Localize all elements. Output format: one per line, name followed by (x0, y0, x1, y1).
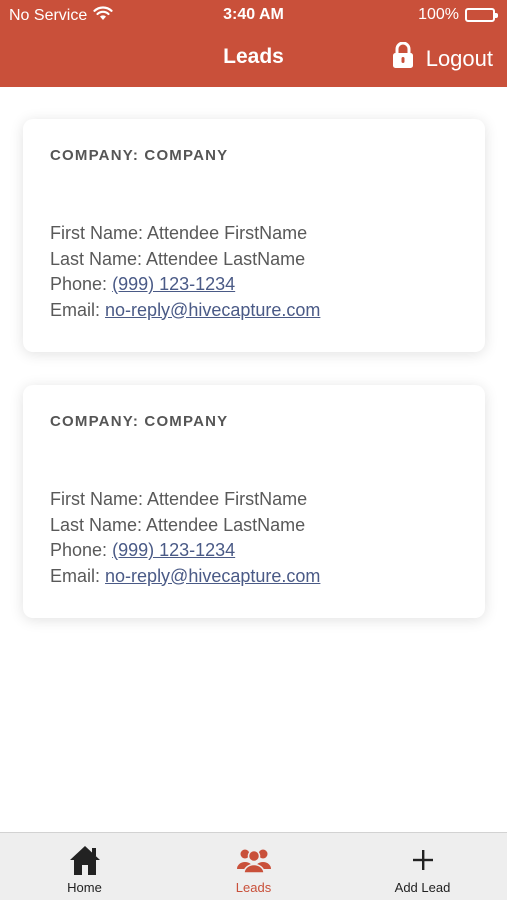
header-bar: No Service 3:40 AM 100% Leads Logout (0, 0, 507, 87)
leads-list: COMPANY: COMPANY First Name: Attendee Fi… (0, 87, 507, 833)
home-icon (68, 843, 102, 877)
lead-details: First Name: Attendee FirstName Last Name… (50, 487, 458, 589)
lead-last-name: Last Name: Attendee LastName (50, 248, 306, 269)
lead-company: COMPANY: COMPANY (50, 147, 229, 164)
tab-bar: Home Leads Add Lead (0, 832, 507, 900)
tab-leads-label: Leads (235, 880, 272, 895)
lead-phone-row: Phone: (999) 123-1234 (50, 272, 458, 298)
status-bar: No Service 3:40 AM 100% (0, 0, 507, 30)
lead-first-name: First Name: Attendee FirstName (50, 489, 308, 509)
people-icon (236, 843, 272, 877)
email-link[interactable]: no-reply@hivecapture.com (105, 300, 320, 320)
tab-home[interactable]: Home (0, 833, 169, 900)
lead-phone-row: Phone: (999) 123-1234 (50, 538, 458, 564)
battery-percent: 100% (418, 6, 459, 23)
lead-card[interactable]: COMPANY: COMPANY First Name: Attendee Fi… (23, 119, 485, 352)
lead-email-row: Email: no-reply@hivecapture.com (50, 298, 458, 324)
tab-add-lead[interactable]: Add Lead (338, 833, 507, 900)
phone-link[interactable]: (999) 123-1234 (112, 540, 235, 560)
logout-label: Logout (425, 45, 493, 71)
email-label: Email: (50, 299, 101, 320)
plus-icon (411, 843, 435, 877)
tab-add-lead-label: Add Lead (394, 880, 451, 895)
lead-last-name: Last Name: Attendee LastName (50, 514, 306, 535)
logout-button[interactable]: Logout (392, 41, 493, 75)
lead-email-row: Email: no-reply@hivecapture.com (50, 564, 458, 590)
phone-label: Phone: (50, 274, 108, 294)
app-root: No Service 3:40 AM 100% Leads Logout COM… (0, 0, 507, 900)
status-right: 100% (418, 6, 498, 24)
lead-card[interactable]: COMPANY: COMPANY First Name: Attendee Fi… (23, 385, 485, 618)
lock-icon (392, 41, 414, 75)
tab-leads[interactable]: Leads (169, 833, 338, 900)
lead-first-name: First Name: Attendee FirstName (50, 223, 308, 243)
lead-company: COMPANY: COMPANY (50, 413, 229, 430)
phone-label: Phone: (50, 540, 108, 560)
lead-details: First Name: Attendee FirstName Last Name… (50, 221, 458, 323)
email-link[interactable]: no-reply@hivecapture.com (105, 566, 320, 586)
battery-icon (465, 8, 498, 22)
phone-link[interactable]: (999) 123-1234 (112, 274, 235, 294)
tab-home-label: Home (67, 880, 102, 895)
email-label: Email: (50, 565, 101, 586)
